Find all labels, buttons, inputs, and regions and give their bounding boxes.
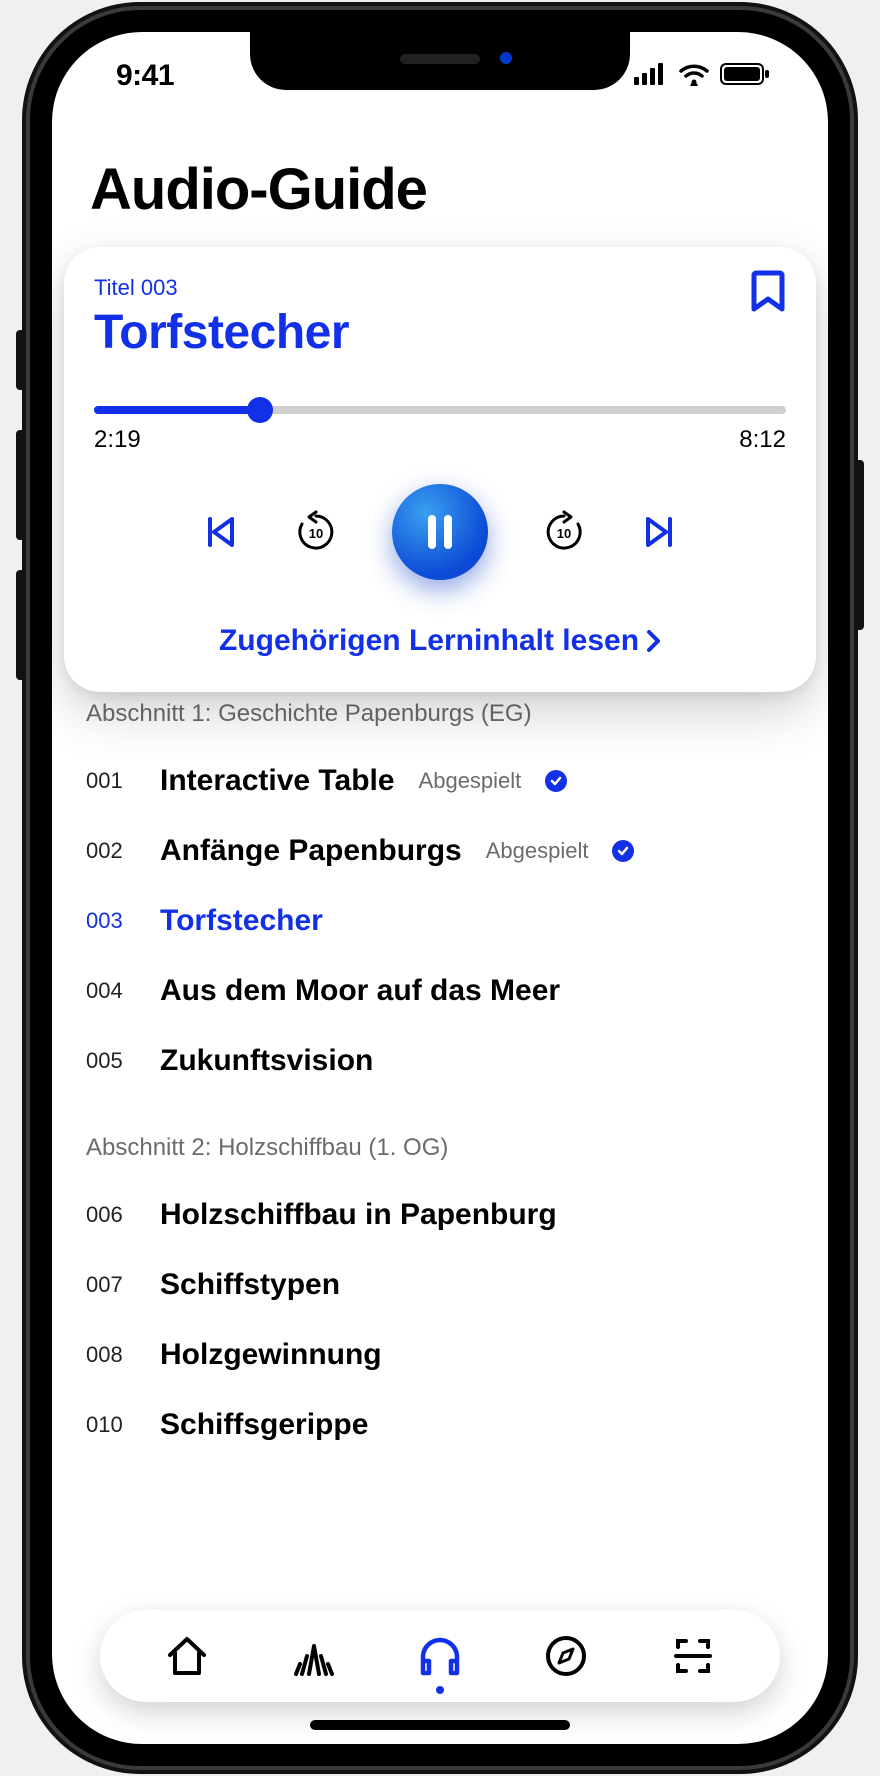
svg-text:10: 10	[557, 526, 571, 541]
skip-next-icon	[640, 513, 678, 551]
track-row[interactable]: 010 Schiffsgerippe	[82, 1390, 798, 1460]
section-header: Abschnitt 1: Geschichte Papenburgs (EG)	[86, 700, 798, 728]
tab-levels[interactable]	[286, 1628, 342, 1684]
track-number: 005	[86, 1048, 142, 1074]
notch	[250, 32, 630, 90]
track-label: Titel 003	[94, 275, 786, 301]
player-card: Titel 003 Torfstecher 2:19 8:12	[64, 247, 816, 692]
battery-icon	[720, 62, 770, 91]
tab-bar	[100, 1610, 780, 1702]
track-list[interactable]: Abschnitt 1: Geschichte Papenburgs (EG) 0…	[52, 678, 828, 1620]
track-name: Anfänge Papenburgs	[160, 834, 462, 868]
status-time: 9:41	[116, 59, 174, 93]
total-time: 8:12	[739, 426, 786, 454]
page-title: Audio-Guide	[52, 120, 828, 223]
track-number: 006	[86, 1202, 142, 1228]
track-row[interactable]: 006 Holzschiffbau in Papenburg	[82, 1180, 798, 1250]
track-number: 003	[86, 908, 142, 934]
check-icon	[545, 770, 567, 792]
bars-icon	[290, 1634, 338, 1678]
svg-text:10: 10	[309, 526, 323, 541]
track-row[interactable]: 002 Anfänge Papenburgs Abgespielt	[82, 816, 798, 886]
device-frame: 9:41 Audio-Guide Titel 003 To	[30, 10, 850, 1766]
track-row[interactable]: 007 Schiffstypen	[82, 1250, 798, 1320]
chevron-right-icon	[645, 628, 661, 654]
tab-audio-guide[interactable]	[412, 1628, 468, 1684]
pause-icon	[420, 509, 460, 555]
section-header: Abschnitt 2: Holzschiffbau (1. OG)	[86, 1134, 798, 1162]
rewind-10-button[interactable]: 10	[294, 510, 338, 554]
cellular-icon	[634, 63, 668, 90]
track-row[interactable]: 005 Zukunftsvision	[82, 1026, 798, 1096]
track-name: Holzgewinnung	[160, 1338, 382, 1372]
track-number: 002	[86, 838, 142, 864]
scan-icon	[670, 1633, 716, 1679]
played-label: Abgespielt	[486, 838, 589, 864]
track-number: 008	[86, 1342, 142, 1368]
track-name: Schiffstypen	[160, 1268, 340, 1302]
rewind-10-icon: 10	[294, 510, 338, 554]
check-icon	[612, 840, 634, 862]
next-track-button[interactable]	[640, 513, 678, 551]
headphones-icon	[415, 1633, 465, 1679]
track-row[interactable]: 003 Torfstecher	[82, 886, 798, 956]
compass-icon	[543, 1633, 589, 1679]
elapsed-time: 2:19	[94, 426, 141, 454]
track-name: Schiffsgerippe	[160, 1408, 368, 1442]
track-name: Interactive Table	[160, 764, 395, 798]
track-row[interactable]: 004 Aus dem Moor auf das Meer	[82, 956, 798, 1026]
bookmark-button[interactable]	[748, 269, 788, 318]
skip-previous-icon	[202, 513, 240, 551]
track-row[interactable]: 008 Holzgewinnung	[82, 1320, 798, 1390]
play-pause-button[interactable]	[392, 484, 488, 580]
track-number: 010	[86, 1412, 142, 1438]
related-content-link[interactable]: Zugehörigen Lerninhalt lesen	[94, 624, 786, 658]
track-name: Torfstecher	[160, 904, 323, 938]
track-name: Zukunftsvision	[160, 1044, 373, 1078]
track-row[interactable]: 001 Interactive Table Abgespielt	[82, 746, 798, 816]
forward-10-button[interactable]: 10	[542, 510, 586, 554]
wifi-icon	[678, 62, 710, 91]
screen: 9:41 Audio-Guide Titel 003 To	[52, 32, 828, 1744]
now-playing-title: Torfstecher	[94, 305, 786, 360]
track-number: 004	[86, 978, 142, 1004]
tab-home[interactable]	[159, 1628, 215, 1684]
tab-explore[interactable]	[538, 1628, 594, 1684]
played-label: Abgespielt	[419, 768, 522, 794]
home-icon	[164, 1633, 210, 1679]
forward-10-icon: 10	[542, 510, 586, 554]
previous-track-button[interactable]	[202, 513, 240, 551]
track-number: 007	[86, 1272, 142, 1298]
bookmark-icon	[748, 269, 788, 313]
track-name: Holzschiffbau in Papenburg	[160, 1198, 557, 1232]
home-indicator[interactable]	[310, 1720, 570, 1730]
tab-scan[interactable]	[665, 1628, 721, 1684]
progress-slider[interactable]: 2:19 8:12	[94, 406, 786, 454]
track-number: 001	[86, 768, 142, 794]
track-name: Aus dem Moor auf das Meer	[160, 974, 560, 1008]
